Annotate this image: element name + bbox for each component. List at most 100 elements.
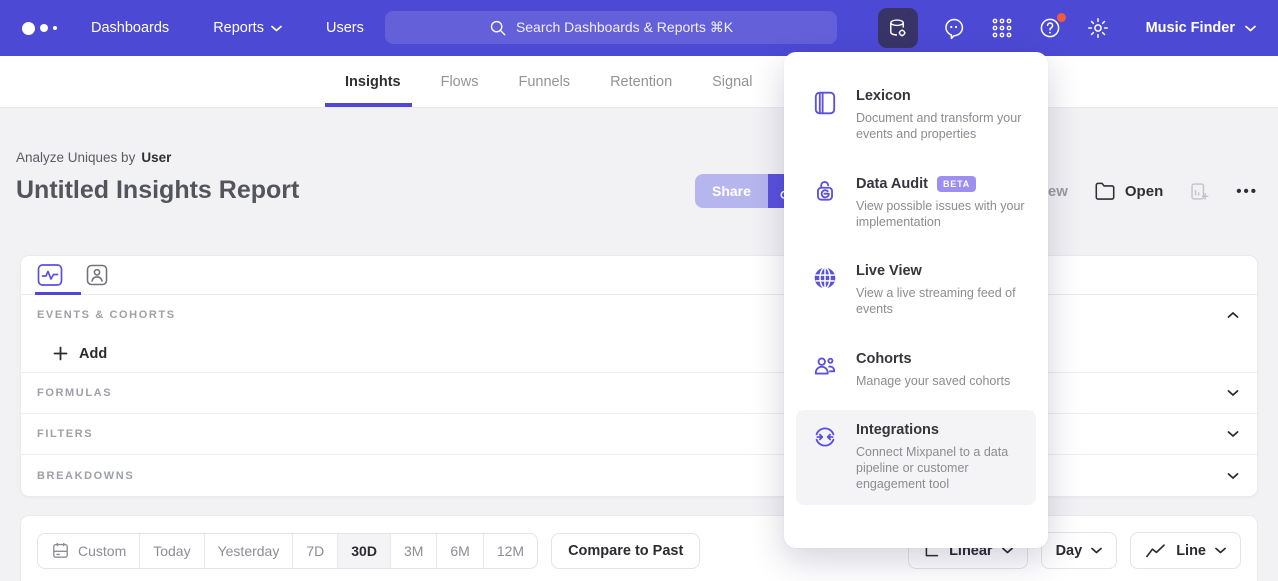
chevron-down-icon[interactable]: [1227, 389, 1239, 397]
nav-item-label: Users: [326, 20, 364, 36]
analysis-summary-text: Analyze Uniques by: [16, 150, 135, 165]
plus-icon: [53, 346, 68, 361]
interval-label: Day: [1056, 543, 1083, 559]
chevron-down-icon[interactable]: [1227, 430, 1239, 438]
project-selector[interactable]: Music Finder: [1146, 20, 1256, 36]
range-7d[interactable]: 7D: [292, 534, 337, 568]
menu-item-title: Data Audit: [856, 176, 928, 192]
tab-flows[interactable]: Flows: [441, 74, 479, 90]
menu-item-desc: View a live streaming feed of events: [856, 285, 1026, 318]
apps-grid-icon[interactable]: [990, 16, 1014, 40]
menu-item-integrations[interactable]: Integrations Connect Mixpanel to a data …: [796, 410, 1036, 505]
line-chart-icon: [1145, 542, 1167, 560]
folder-icon: [1094, 180, 1116, 202]
nav-item-dashboards[interactable]: Dashboards: [91, 20, 169, 36]
menu-item-cohorts[interactable]: Cohorts Manage your saved cohorts: [796, 339, 1036, 401]
share-button[interactable]: Share: [695, 174, 768, 208]
search-icon: [489, 19, 507, 37]
nav-item-reports[interactable]: Reports: [213, 20, 282, 36]
active-view-underline: [35, 292, 81, 295]
range-3m[interactable]: 3M: [390, 534, 436, 568]
chevron-down-icon: [1002, 547, 1013, 554]
profile-icon: [85, 263, 109, 287]
section-label: EVENTS & COHORTS: [37, 309, 176, 321]
filters-section-header[interactable]: FILTERS: [21, 414, 1257, 455]
menu-item-body: Lexicon Document and transform your even…: [856, 88, 1026, 143]
events-add-row: Add: [21, 335, 1257, 373]
chevron-down-icon: [1215, 547, 1226, 554]
builder-view-tabs: [21, 256, 1257, 295]
open-label: Open: [1125, 183, 1163, 200]
range-custom[interactable]: Custom: [38, 534, 139, 568]
open-report-button[interactable]: Open: [1094, 180, 1163, 202]
calendar-icon: [51, 541, 70, 560]
help-icon[interactable]: [1038, 16, 1062, 40]
analysis-summary: Analyze Uniques by User: [16, 150, 171, 165]
profiles-view-tab[interactable]: [85, 263, 109, 287]
menu-item-body: Integrations Connect Mixpanel to a data …: [856, 422, 1026, 493]
section-label: BREAKDOWNS: [37, 470, 134, 482]
chevron-up-icon[interactable]: [1227, 311, 1239, 319]
date-controls-card: Custom Today Yesterday 7D 30D 3M 6M 12M …: [20, 515, 1258, 581]
chevron-down-icon: [1091, 547, 1102, 554]
menu-item-title: Cohorts: [856, 351, 912, 367]
menu-item-desc: Connect Mixpanel to a data pipeline or c…: [856, 444, 1026, 493]
menu-item-desc: Manage your saved cohorts: [856, 373, 1010, 389]
compare-to-past-button[interactable]: Compare to Past: [551, 533, 700, 569]
range-today[interactable]: Today: [139, 534, 203, 568]
beta-badge: BETA: [937, 176, 976, 192]
tab-signal[interactable]: Signal: [712, 74, 752, 90]
nav-item-label: Dashboards: [91, 20, 169, 36]
breakdowns-section-header[interactable]: BREAKDOWNS: [21, 455, 1257, 497]
menu-item-live-view[interactable]: Live View View a live streaming feed of …: [796, 251, 1036, 330]
section-label: FILTERS: [37, 428, 93, 440]
nav-item-users[interactable]: Users: [326, 20, 364, 36]
search-input[interactable]: Search Dashboards & Reports ⌘K: [385, 11, 837, 44]
menu-item-body: Cohorts Manage your saved cohorts: [856, 351, 1010, 389]
nav-right-cluster: Music Finder: [878, 0, 1256, 56]
metrics-view-tab[interactable]: [37, 263, 63, 287]
page-title[interactable]: Untitled Insights Report: [16, 176, 299, 205]
data-management-menu: Lexicon Document and transform your even…: [784, 52, 1048, 548]
active-tab-underline: [325, 103, 412, 107]
data-management-icon[interactable]: [878, 8, 918, 48]
top-nav: Dashboards Reports Users Search Dashboar…: [0, 0, 1278, 56]
interval-dropdown[interactable]: Day: [1041, 532, 1118, 569]
chevron-down-icon: [1245, 25, 1256, 32]
formulas-section-header[interactable]: FORMULAS: [21, 373, 1257, 414]
insights-builder-card: EVENTS & COHORTS Add FORMULAS FILTERS BR…: [20, 255, 1258, 497]
mixpanel-logo-icon[interactable]: [22, 22, 57, 35]
range-yesterday[interactable]: Yesterday: [204, 534, 293, 568]
range-12m[interactable]: 12M: [483, 534, 537, 568]
range-6m[interactable]: 6M: [436, 534, 482, 568]
chart-type-label: Line: [1176, 543, 1206, 559]
report-tabs-bar: Insights Flows Funnels Retention Signal …: [0, 56, 1278, 108]
menu-item-data-audit[interactable]: Data Audit BETA View possible issues wit…: [796, 164, 1036, 243]
chevron-down-icon[interactable]: [1227, 472, 1239, 480]
project-name: Music Finder: [1146, 20, 1235, 36]
menu-item-title: Lexicon: [856, 88, 911, 104]
date-range-control: Custom Today Yesterday 7D 30D 3M 6M 12M: [37, 533, 538, 569]
tab-insights[interactable]: Insights: [345, 74, 401, 90]
menu-item-body: Data Audit BETA View possible issues wit…: [856, 176, 1026, 231]
range-30d[interactable]: 30D: [337, 534, 390, 568]
add-to-dashboard-icon[interactable]: [1189, 181, 1210, 202]
chevron-down-icon: [271, 25, 282, 32]
header-actions: New Open •••: [1037, 174, 1258, 208]
tab-retention[interactable]: Retention: [610, 74, 672, 90]
nav-item-label: Reports: [213, 20, 264, 36]
menu-item-title: Integrations: [856, 422, 939, 438]
feedback-icon[interactable]: [942, 16, 966, 40]
add-event-button[interactable]: Add: [53, 346, 107, 362]
menu-item-lexicon[interactable]: Lexicon Document and transform your even…: [796, 76, 1036, 155]
menu-item-title: Live View: [856, 263, 922, 279]
settings-gear-icon[interactable]: [1086, 16, 1110, 40]
live-view-globe-icon: [812, 263, 839, 318]
more-options-button[interactable]: •••: [1236, 183, 1258, 200]
chart-type-dropdown[interactable]: Line: [1130, 532, 1241, 569]
tab-funnels[interactable]: Funnels: [518, 74, 570, 90]
cohorts-people-icon: [812, 351, 839, 389]
analysis-entity[interactable]: User: [141, 150, 171, 165]
menu-item-desc: View possible issues with your implement…: [856, 198, 1026, 231]
events-cohorts-section-header[interactable]: EVENTS & COHORTS: [21, 295, 1257, 335]
